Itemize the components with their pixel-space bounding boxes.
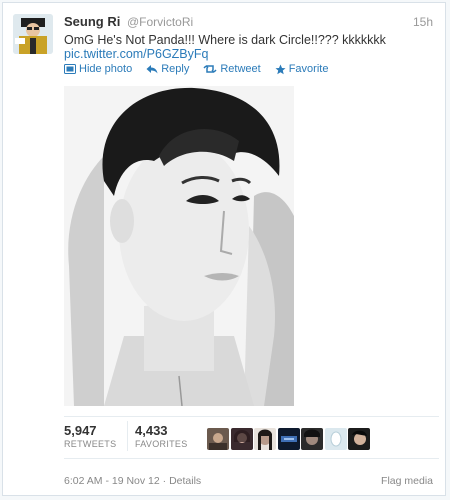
favoriter-avatar[interactable] <box>324 428 347 450</box>
favoriter-avatar[interactable] <box>207 428 229 450</box>
hide-photo-label: Hide photo <box>79 63 133 75</box>
footer-separator: · <box>159 475 170 487</box>
retweet-label: Retweet <box>220 63 261 75</box>
photo-icon <box>64 64 76 74</box>
stats-separator <box>127 421 128 451</box>
tweet-actions: Hide photo Reply Retweet Favorite <box>64 63 328 75</box>
hide-photo-button[interactable]: Hide photo <box>64 63 132 75</box>
retweet-button[interactable]: Retweet <box>203 63 261 75</box>
favorites-stat[interactable]: 4,433 FAVORITES <box>135 423 188 449</box>
favoriter-avatars <box>207 428 370 450</box>
tweet-time[interactable]: 15h <box>413 15 433 29</box>
flag-media-link[interactable]: Flag media <box>381 475 433 487</box>
favoriter-avatar[interactable] <box>301 428 323 450</box>
star-icon <box>275 64 286 75</box>
details-link[interactable]: Details <box>169 475 201 487</box>
tweet-timestamp[interactable]: 6:02 AM - 19 Nov 12 <box>64 475 160 487</box>
tweet-media-link[interactable]: pic.twitter.com/P6GZByFq <box>64 47 208 61</box>
retweets-label: RETWEETS <box>64 439 117 449</box>
user-fullname[interactable]: Seung Ri <box>64 14 120 29</box>
reply-button[interactable]: Reply <box>146 63 189 75</box>
favoriter-avatar[interactable] <box>277 428 300 450</box>
tweet-footer: 6:02 AM - 19 Nov 12 · Details <box>64 475 201 487</box>
tweet-header: Seung Ri @ForvictoRi <box>64 14 193 29</box>
favorites-count: 4,433 <box>135 423 168 438</box>
stats-top-divider <box>64 416 439 417</box>
user-avatar[interactable] <box>13 14 53 54</box>
favoriter-avatar[interactable] <box>348 428 370 450</box>
reply-label: Reply <box>161 63 190 75</box>
user-handle[interactable]: @ForvictoRi <box>127 15 193 29</box>
tweet-text: OmG He's Not Panda!!! Where is dark Circ… <box>64 33 386 47</box>
favorite-label: Favorite <box>288 63 329 75</box>
reply-icon <box>146 64 158 74</box>
tweet-photo[interactable] <box>64 86 294 406</box>
favoriter-avatar[interactable] <box>230 428 253 450</box>
retweets-stat[interactable]: 5,947 RETWEETS <box>64 423 116 449</box>
tweet-card: Seung Ri @ForvictoRi 15h OmG He's Not Pa… <box>2 2 446 496</box>
retweets-count: 5,947 <box>64 423 97 438</box>
stats-bottom-divider <box>64 458 439 459</box>
favorite-button[interactable]: Favorite <box>275 63 329 75</box>
favoriter-avatar[interactable] <box>254 428 276 450</box>
favorites-label: FAVORITES <box>135 439 188 449</box>
retweet-icon <box>203 64 217 74</box>
